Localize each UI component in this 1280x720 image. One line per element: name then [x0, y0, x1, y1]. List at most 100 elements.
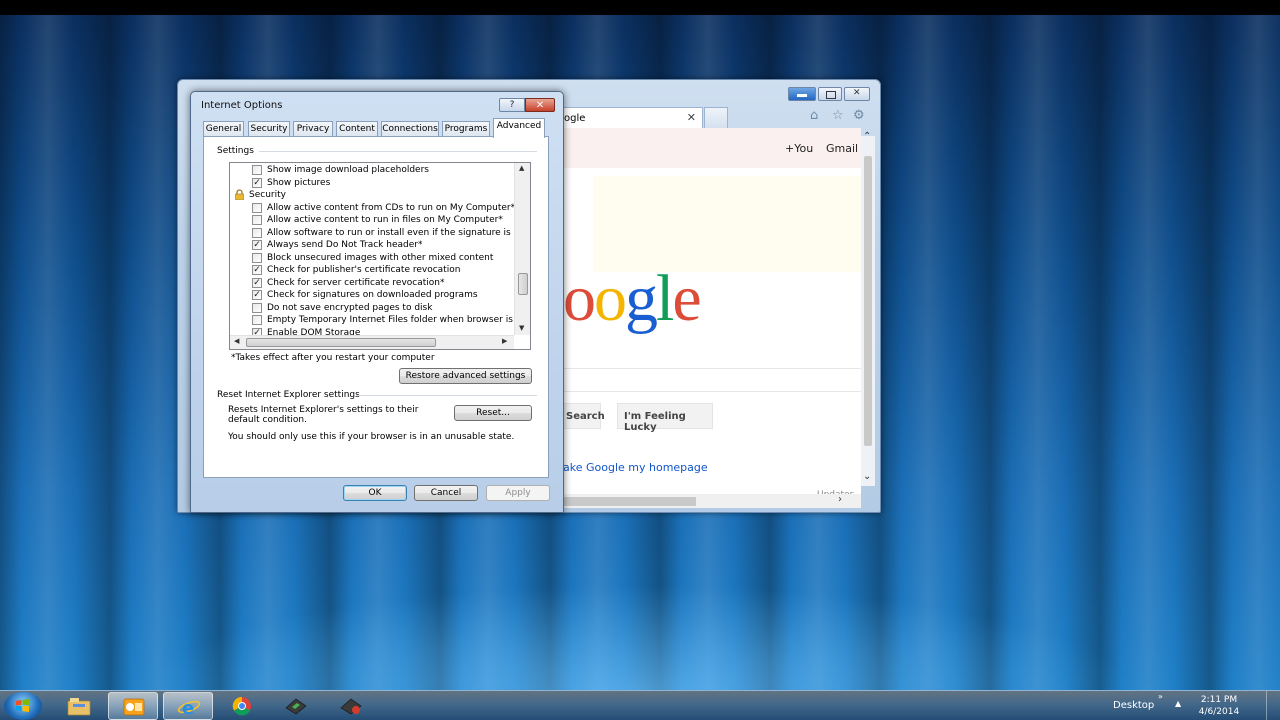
- tab-general[interactable]: General: [203, 121, 244, 137]
- top-strip: [563, 128, 861, 168]
- list-item[interactable]: Allow software to run or install even if…: [230, 227, 516, 239]
- list-item[interactable]: ✓ Check for server certificate revocatio…: [230, 277, 516, 289]
- system-clock[interactable]: 2:11 PM 4/6/2014: [1196, 694, 1242, 718]
- tab-privacy[interactable]: Privacy: [293, 121, 333, 137]
- make-homepage-link[interactable]: ake Google my homepage: [563, 461, 708, 474]
- taskbar-app-button[interactable]: [271, 692, 321, 720]
- settings-gear-icon[interactable]: ⚙: [853, 108, 865, 123]
- browser-tab[interactable]: ogle ✕: [563, 107, 703, 128]
- scroll-left-icon[interactable]: ◀: [234, 337, 239, 345]
- show-hidden-icons-icon[interactable]: ▲: [1175, 699, 1181, 708]
- scroll-down-icon[interactable]: ⌄: [863, 471, 871, 482]
- list-vertical-scrollbar[interactable]: ▲ ▼: [514, 163, 530, 335]
- list-item[interactable]: ✓ Always send Do Not Track header*: [230, 239, 516, 251]
- toolbar-expand-icon[interactable]: »: [1158, 692, 1163, 701]
- list-item[interactable]: Empty Temporary Internet Files folder wh…: [230, 314, 516, 326]
- restore-advanced-settings-button[interactable]: Restore advanced settings: [399, 368, 532, 384]
- outlook-icon: [123, 698, 145, 716]
- list-item[interactable]: Block unsecured images with other mixed …: [230, 252, 516, 264]
- checkbox[interactable]: ✓: [252, 177, 262, 188]
- list-item[interactable]: Show image download placeholders: [230, 164, 516, 176]
- gmail-link[interactable]: Gmail: [826, 142, 858, 155]
- checkbox[interactable]: [252, 252, 262, 263]
- checkbox[interactable]: ✓: [252, 240, 262, 250]
- checkbox[interactable]: [252, 302, 262, 313]
- show-desktop-button[interactable]: [1266, 691, 1280, 720]
- list-item[interactable]: Allow active content from CDs to run on …: [230, 202, 516, 214]
- list-item-label: Check for server certificate revocation*: [267, 277, 445, 288]
- apply-button[interactable]: Apply: [486, 485, 550, 501]
- page-content: +You Gmail oogle Search I'm Feeling Luck…: [563, 128, 861, 508]
- list-item-label: Block unsecured images with other mixed …: [267, 252, 494, 263]
- settings-list[interactable]: Show image download placeholders ✓ Show …: [229, 162, 531, 350]
- search-box[interactable]: [563, 368, 861, 392]
- scrollbar-thumb[interactable]: [563, 497, 696, 506]
- clock-date: 4/6/2014: [1198, 707, 1240, 717]
- list-item-label: Check for publisher's certificate revoca…: [267, 265, 461, 275]
- list-item[interactable]: Do not save encrypted pages to disk: [230, 302, 516, 314]
- home-icon[interactable]: ⌂: [810, 108, 818, 123]
- reset-section-label: Reset Internet Explorer settings: [217, 390, 360, 400]
- list-item-label: Check for signatures on downloaded progr…: [267, 290, 478, 300]
- start-button[interactable]: [4, 692, 42, 720]
- help-button[interactable]: ?: [499, 98, 525, 112]
- checkbox[interactable]: ✓: [252, 277, 262, 288]
- tab-programs[interactable]: Programs: [442, 121, 490, 137]
- restart-note: *Takes effect after you restart your com…: [231, 353, 435, 363]
- taskbar-ie-button[interactable]: e: [163, 692, 213, 720]
- minimize-button[interactable]: [788, 87, 816, 101]
- checkbox[interactable]: [252, 165, 262, 175]
- scrollbar-thumb[interactable]: [864, 156, 872, 446]
- checkbox[interactable]: [252, 215, 262, 225]
- maximize-button[interactable]: [818, 87, 842, 101]
- google-search-button[interactable]: Search: [563, 403, 605, 429]
- horizontal-scrollbar[interactable]: ›: [563, 494, 861, 508]
- checkbox[interactable]: [252, 227, 262, 238]
- checkbox[interactable]: ✓: [252, 265, 262, 275]
- reset-button[interactable]: Reset...: [454, 405, 532, 421]
- tab-advanced[interactable]: Advanced: [493, 118, 545, 138]
- tab-security[interactable]: Security: [248, 121, 290, 137]
- list-item[interactable]: ✓ Check for publisher's certificate revo…: [230, 264, 516, 276]
- close-button[interactable]: ✕: [525, 98, 555, 112]
- new-tab-button[interactable]: [704, 107, 728, 128]
- vertical-scrollbar[interactable]: ⌃ ⌄: [861, 131, 875, 486]
- list-item[interactable]: Allow active content to run in files on …: [230, 214, 516, 226]
- close-tab-icon[interactable]: ✕: [687, 111, 696, 124]
- checkbox[interactable]: [252, 315, 262, 325]
- windows-explorer-icon: [67, 698, 91, 716]
- taskbar-explorer-button[interactable]: [54, 692, 104, 720]
- scrollbar-thumb[interactable]: [246, 338, 436, 347]
- checkbox[interactable]: [252, 202, 262, 213]
- desktop-toolbar-label[interactable]: Desktop: [1113, 700, 1154, 711]
- internet-options-dialog[interactable]: Internet Options ? ✕ General Security Pr…: [190, 91, 564, 513]
- scroll-up-icon[interactable]: ⌃: [863, 131, 871, 142]
- scroll-down-icon[interactable]: ▼: [519, 324, 524, 332]
- list-item[interactable]: ✓ Show pictures: [230, 177, 516, 189]
- close-button[interactable]: [844, 87, 870, 101]
- feeling-lucky-button[interactable]: I'm Feeling Lucky: [617, 403, 713, 433]
- taskbar-app-button-2[interactable]: [326, 692, 376, 720]
- checkbox[interactable]: ✓: [252, 290, 262, 300]
- windows-logo-icon: [16, 699, 29, 712]
- list-item-label: Show pictures: [267, 177, 331, 188]
- scroll-up-icon[interactable]: ▲: [519, 164, 524, 172]
- app-icon: [285, 698, 307, 715]
- list-item-label: Do not save encrypted pages to disk: [267, 302, 433, 313]
- cancel-button[interactable]: Cancel: [414, 485, 478, 501]
- tab-content[interactable]: Content: [336, 121, 378, 137]
- list-item[interactable]: ✓ Check for signatures on downloaded pro…: [230, 289, 516, 301]
- list-horizontal-scrollbar[interactable]: ◀ ▶: [230, 335, 514, 349]
- settings-label: Settings: [217, 146, 254, 156]
- taskbar-chrome-button[interactable]: [217, 692, 267, 720]
- lock-icon: [235, 189, 244, 200]
- google-plus-link[interactable]: +You: [785, 142, 813, 155]
- ok-button[interactable]: OK: [343, 485, 407, 501]
- tab-connections[interactable]: Connections: [381, 121, 439, 137]
- favorites-star-icon[interactable]: ☆: [832, 108, 844, 123]
- scrollbar-thumb[interactable]: [518, 273, 528, 295]
- scroll-right-icon[interactable]: ▶: [502, 337, 507, 345]
- taskbar-outlook-button[interactable]: [108, 692, 158, 720]
- reset-description: Resets Internet Explorer's settings to t…: [228, 405, 419, 425]
- scroll-right-icon[interactable]: ›: [838, 494, 842, 505]
